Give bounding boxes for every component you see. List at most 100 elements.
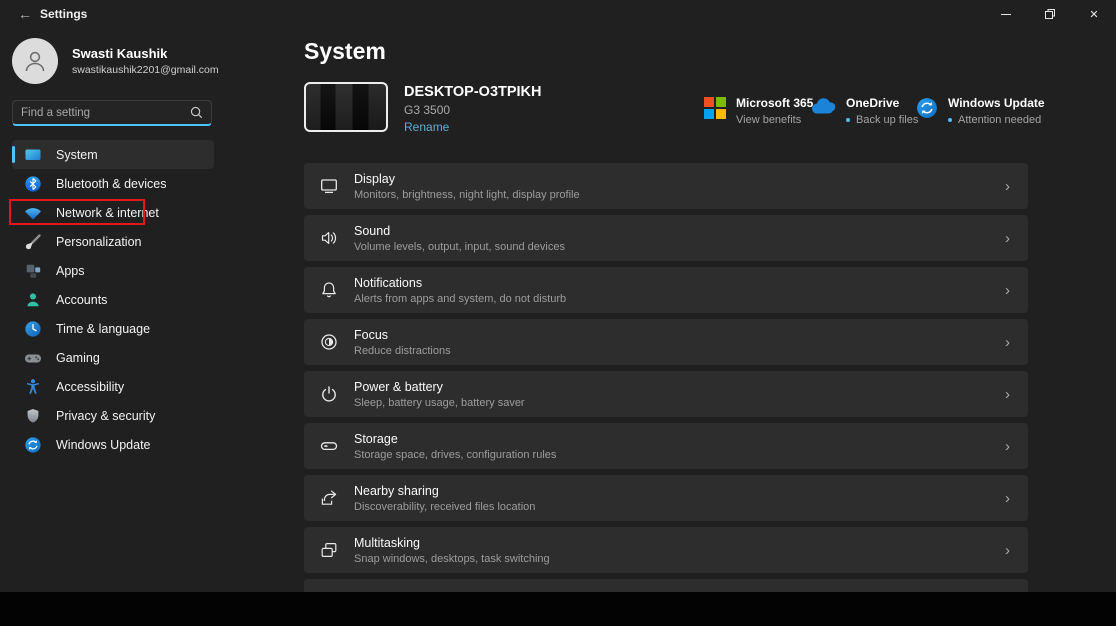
clock-icon: [23, 319, 43, 339]
row-text: Display Monitors, brightness, night ligh…: [354, 172, 580, 201]
gamepad-icon: [23, 348, 43, 368]
row-subtitle: Storage space, drives, configuration rul…: [354, 449, 556, 461]
sound-icon: [319, 228, 339, 248]
row-title: Multitasking: [354, 536, 550, 550]
sidebar-item-label: Bluetooth & devices: [56, 177, 167, 191]
main-content: System DESKTOP-O3TPIKH G3 3500 Rename Mi…: [304, 28, 1116, 592]
sidebar-item-apps[interactable]: Apps: [12, 256, 214, 285]
card-title: Microsoft 365: [736, 96, 813, 110]
sidebar-item-label: Privacy & security: [56, 409, 155, 423]
card-text: Microsoft 365 View benefits: [736, 96, 813, 126]
row-text: Nearby sharing Discoverability, received…: [354, 484, 535, 513]
settings-row-multitasking[interactable]: Multitasking Snap windows, desktops, tas…: [304, 527, 1028, 573]
windows-update-card[interactable]: Windows Update Attention needed: [916, 96, 1045, 126]
profile-text: Swasti Kaushik swastikaushik2201@gmail.c…: [72, 46, 219, 76]
card-title: Windows Update: [948, 96, 1045, 110]
search-input[interactable]: [21, 107, 190, 119]
row-title: Storage: [354, 432, 556, 446]
row-title: Display: [354, 172, 580, 186]
close-button[interactable]: [1072, 0, 1116, 28]
sidebar-item-bluetooth-devices[interactable]: Bluetooth & devices: [12, 169, 214, 198]
restore-button[interactable]: [1028, 0, 1072, 28]
sidebar-item-label: Windows Update: [56, 438, 151, 452]
device-model: G3 3500: [404, 103, 542, 117]
sidebar-item-accounts[interactable]: Accounts: [12, 285, 214, 314]
row-title: Power & battery: [354, 380, 525, 394]
focus-icon: [319, 332, 339, 352]
settings-row-storage[interactable]: Storage Storage space, drives, configura…: [304, 423, 1028, 469]
windows-update-icon: [23, 435, 43, 455]
row-title: Sound: [354, 224, 565, 238]
row-text: Notifications Alerts from apps and syste…: [354, 276, 566, 305]
rename-link[interactable]: Rename: [404, 120, 449, 134]
microsoft-365-card[interactable]: Microsoft 365 View benefits: [704, 96, 813, 126]
settings-row-focus[interactable]: Focus Reduce distractions: [304, 319, 1028, 365]
sidebar-item-personalization[interactable]: Personalization: [12, 227, 214, 256]
sidebar-nav: System Bluetooth & devices: [12, 140, 214, 459]
sidebar-item-network-internet[interactable]: Network & internet: [12, 198, 214, 227]
sidebar-item-label: Accessibility: [56, 380, 124, 394]
settings-row-display[interactable]: Display Monitors, brightness, night ligh…: [304, 163, 1028, 209]
card-text: Windows Update Attention needed: [948, 96, 1045, 126]
person-icon: [22, 48, 48, 74]
sidebar-item-time-language[interactable]: Time & language: [12, 314, 214, 343]
multitasking-icon: [319, 540, 339, 560]
sidebar-item-windows-update[interactable]: Windows Update: [12, 430, 214, 459]
sidebar-item-privacy-security[interactable]: Privacy & security: [12, 401, 214, 430]
bluetooth-icon: [23, 174, 43, 194]
system-icon: [23, 145, 43, 165]
card-title: OneDrive: [846, 96, 918, 110]
device-name: DESKTOP-O3TPIKH: [404, 84, 542, 100]
display-icon: [319, 176, 339, 196]
chevron-right-icon: [1005, 283, 1010, 298]
profile-email: swastikaushik2201@gmail.com: [72, 64, 219, 76]
profile-card[interactable]: Swasti Kaushik swastikaushik2201@gmail.c…: [12, 38, 219, 84]
card-subtitle: Attention needed: [948, 114, 1045, 126]
bell-icon: [319, 280, 339, 300]
row-title: Notifications: [354, 276, 566, 290]
settings-row-sound[interactable]: Sound Volume levels, output, input, soun…: [304, 215, 1028, 261]
onedrive-card[interactable]: OneDrive Back up files: [809, 96, 918, 126]
microsoft-365-icon: [704, 97, 726, 119]
sidebar-item-label: System: [56, 148, 98, 162]
onedrive-icon: [809, 97, 836, 115]
avatar: [12, 38, 58, 84]
row-subtitle: Snap windows, desktops, task switching: [354, 553, 550, 565]
chevron-right-icon: [1005, 439, 1010, 454]
row-text: Storage Storage space, drives, configura…: [354, 432, 556, 461]
apps-icon: [23, 261, 43, 281]
brush-icon: [23, 232, 43, 252]
sidebar-item-system[interactable]: System: [12, 140, 214, 169]
chevron-right-icon: [1005, 179, 1010, 194]
settings-row-power-battery[interactable]: Power & battery Sleep, battery usage, ba…: [304, 371, 1028, 417]
minimize-button[interactable]: [984, 0, 1028, 28]
settings-row-partial[interactable]: [304, 579, 1028, 592]
sidebar-item-label: Network & internet: [56, 206, 159, 220]
row-title: Focus: [354, 328, 451, 342]
sidebar-item-gaming[interactable]: Gaming: [12, 343, 214, 372]
row-text: Power & battery Sleep, battery usage, ba…: [354, 380, 525, 409]
sidebar-item-accessibility[interactable]: Accessibility: [12, 372, 214, 401]
row-subtitle: Volume levels, output, input, sound devi…: [354, 241, 565, 253]
card-subtitle: View benefits: [736, 114, 813, 126]
restore-icon: [1044, 8, 1056, 20]
windows-update-icon: [916, 97, 938, 119]
row-subtitle: Discoverability, received files location: [354, 501, 535, 513]
storage-icon: [319, 436, 339, 456]
settings-row-notifications[interactable]: Notifications Alerts from apps and syste…: [304, 267, 1028, 313]
sidebar-item-label: Personalization: [56, 235, 141, 249]
row-subtitle: Reduce distractions: [354, 345, 451, 357]
chevron-right-icon: [1005, 491, 1010, 506]
back-icon[interactable]: [12, 3, 38, 25]
sidebar-item-label: Accounts: [56, 293, 107, 307]
row-subtitle: Sleep, battery usage, battery saver: [354, 397, 525, 409]
device-thumbnail: [304, 82, 388, 132]
shield-icon: [23, 406, 43, 426]
settings-row-nearby-sharing[interactable]: Nearby sharing Discoverability, received…: [304, 475, 1028, 521]
accounts-icon: [23, 290, 43, 310]
status-dot: [948, 118, 952, 122]
card-subtitle: Back up files: [846, 114, 918, 126]
search-box: [12, 100, 212, 126]
row-text: Focus Reduce distractions: [354, 328, 451, 357]
search-icon: [190, 106, 203, 119]
